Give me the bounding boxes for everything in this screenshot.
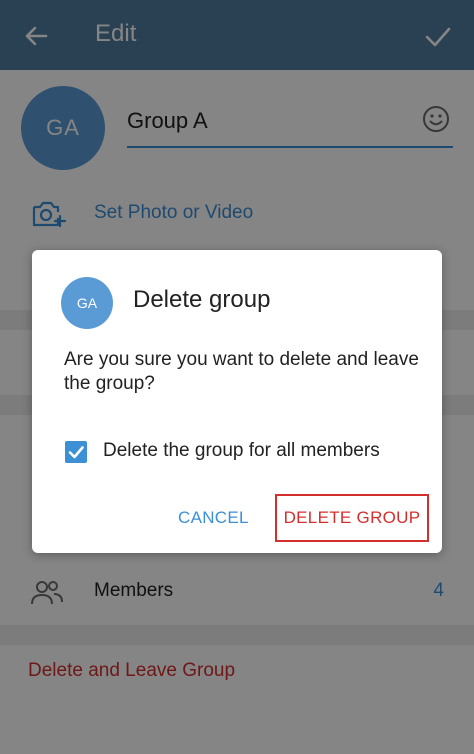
delete-group-button[interactable]: DELETE GROUP: [275, 494, 429, 542]
dialog-message: Are you sure you want to delete and leav…: [64, 349, 419, 394]
dialog-title: Delete group: [133, 286, 271, 313]
delete-for-all-label[interactable]: Delete the group for all members: [103, 440, 380, 462]
delete-for-all-checkbox[interactable]: [65, 441, 87, 463]
checkmark-icon: [68, 446, 84, 459]
dialog-group-avatar: GA: [61, 277, 113, 329]
cancel-button[interactable]: CANCEL: [178, 508, 249, 528]
delete-group-dialog: GA Delete group Are you sure you want to…: [32, 250, 442, 553]
